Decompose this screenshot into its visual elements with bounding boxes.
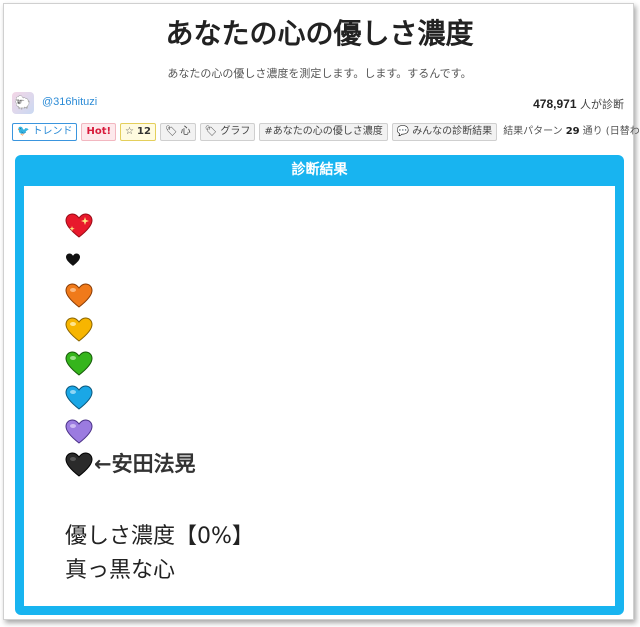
page-description: あなたの心の優しさ濃度を測定します。します。するんです。 [167,67,472,80]
pattern-suffix: 通り (日替わり) [582,126,640,137]
sparkling-heart-icon [65,213,93,239]
diagnosed-count-suffix: 人が診断 [580,98,624,111]
tag-graph[interactable]: 🏷 グラフ [199,123,256,141]
result-verdict-text: 真っ黒な心 [65,558,176,583]
diagnosed-count: 478,971 人が診断 [533,96,624,112]
chat-bubbles-icon: 💬 [396,126,410,137]
result-pattern-info: 結果パターン 29 通り (日替わり) [501,123,640,141]
favorite-count: 12 [137,126,151,137]
pattern-count: 29 [565,126,580,137]
purple-heart-icon [65,419,93,445]
result-panel: 診断結果 ←安田法晃 優しさ濃度【0%】 真っ黒な心 [15,155,624,615]
blue-heart-icon [65,385,93,411]
favorite-button[interactable]: ☆ 12 [120,123,156,141]
trend-tweet-button[interactable]: 🐦 トレンド [12,123,78,141]
heart-annotation: ←安田法晃 [94,452,196,476]
tag-heart-label: 心 [180,126,191,137]
sheep-avatar-icon[interactable]: 🐑 [12,92,34,114]
pattern-prefix: 結果パターン [503,126,563,137]
page-title: あなたの心の優しさ濃度 [165,17,474,50]
result-body: ←安田法晃 優しさ濃度【0%】 真っ黒な心 [24,186,615,606]
star-icon: ☆ [125,126,135,137]
twitter-bird-icon: 🐦 [17,126,30,137]
author-row: 🐑 @316hituzi 478,971 人が診断 [12,91,626,117]
hashtag-link[interactable]: #あなたの心の優しさ濃度 [259,123,388,141]
diagnosis-page: あなたの心の優しさ濃度 あなたの心の優しさ濃度を測定します。します。するんです。… [3,3,640,620]
black-heart-small-icon [65,253,81,267]
tag-heart[interactable]: 🏷 心 [159,123,196,141]
diagnosed-count-number: 478,971 [533,97,577,111]
yellow-heart-icon [65,317,93,343]
tag-icon: 🏷 [164,126,178,137]
kindness-concentration-text: 優しさ濃度【0%】 [65,524,254,549]
green-heart-icon [65,351,93,377]
tag-graph-label: グラフ [220,126,251,137]
trend-label: トレンド [32,126,73,137]
black-heart-icon [65,452,93,478]
author-link[interactable]: @316hituzi [42,96,97,108]
orange-heart-icon [65,283,93,309]
tag-bar: 🐦 トレンド Hot! ☆ 12 🏷 心 🏷 グラフ #あなたの心の優しさ濃度 … [12,122,640,142]
everyone-results-button[interactable]: 💬 みんなの診断結果 [391,123,498,141]
result-header: 診断結果 [291,162,348,178]
everyone-results-label: みんなの診断結果 [412,126,493,137]
hot-badge[interactable]: Hot! [81,123,117,141]
tag-icon: 🏷 [204,126,218,137]
